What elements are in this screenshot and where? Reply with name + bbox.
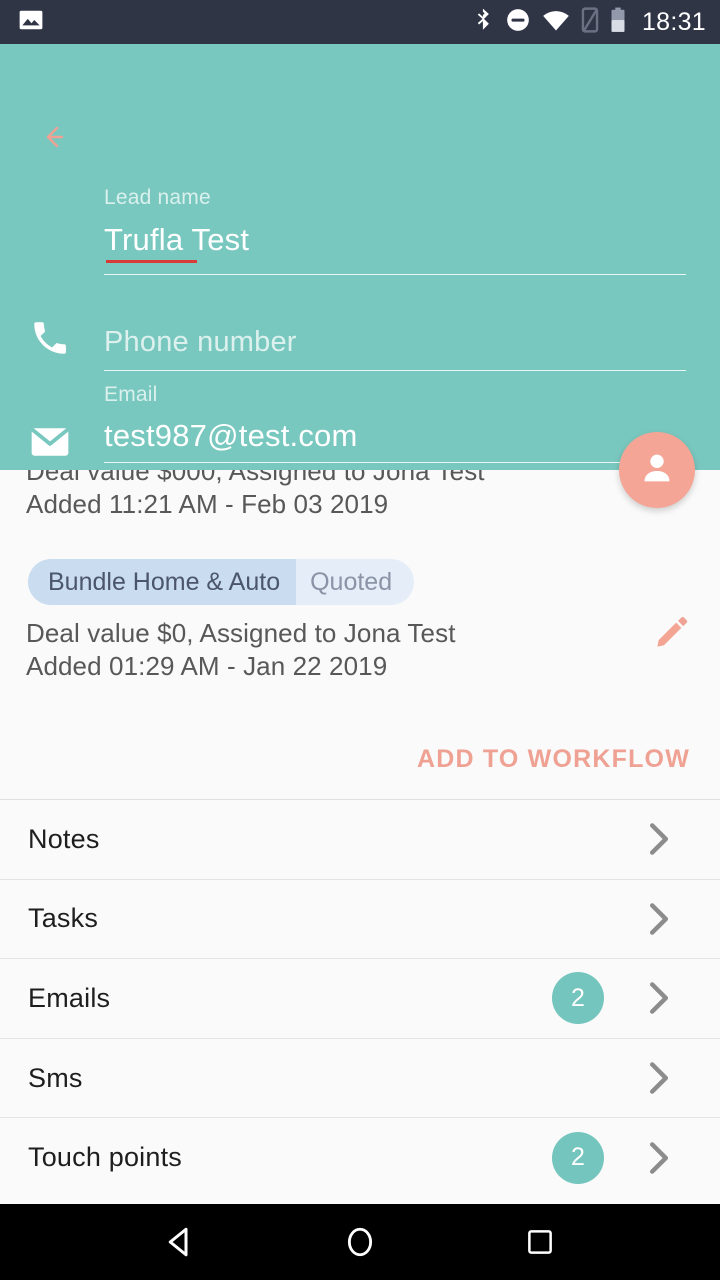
row-right-group: 2: [552, 972, 670, 1025]
email-value[interactable]: test987@test.com: [104, 419, 358, 453]
status-bar-left-icons: [18, 7, 44, 38]
envelope-icon: [26, 418, 74, 466]
add-to-workflow-button[interactable]: ADD TO WORKFLOW: [417, 745, 690, 774]
email-underline: [104, 462, 686, 463]
row-label: Sms: [28, 1062, 83, 1093]
sim-card-icon: [581, 6, 599, 38]
row-sms[interactable]: Sms: [0, 1037, 720, 1118]
deal-added-date: Added 01:29 AM - Jan 22 2019: [26, 651, 388, 681]
row-label: Notes: [28, 823, 100, 854]
row-touch-points[interactable]: Touch points 2: [0, 1117, 720, 1197]
status-bar: 18:31: [0, 0, 720, 44]
wifi-icon: [542, 8, 570, 37]
phone-number-underline: [104, 370, 686, 371]
do-not-disturb-icon: [505, 7, 531, 38]
row-right-group: 2: [552, 1131, 670, 1184]
row-badge: 2: [552, 972, 604, 1025]
chevron-right-icon[interactable]: [648, 902, 670, 936]
square-recents-icon[interactable]: [508, 1210, 572, 1274]
row-notes[interactable]: Notes: [0, 799, 720, 879]
back-arrow-icon[interactable]: [40, 118, 80, 156]
chevron-right-icon[interactable]: [648, 822, 670, 856]
deal-pill-status: Quoted: [296, 559, 415, 605]
deal-status-pill[interactable]: Bundle Home & Auto Quoted: [28, 559, 415, 605]
lead-header: Lead name Trufla Test Phone number Email…: [0, 44, 720, 470]
pencil-icon[interactable]: [648, 608, 696, 656]
row-badge: 2: [552, 1131, 604, 1184]
battery-icon: [610, 7, 626, 38]
row-label: Emails: [28, 982, 111, 1013]
status-bar-clock: 18:31: [641, 7, 706, 36]
triangle-back-icon[interactable]: [148, 1210, 212, 1274]
chevron-right-icon[interactable]: [648, 1061, 670, 1095]
deal-added-date: Added 11:21 AM - Feb 03 2019: [26, 489, 389, 519]
phone-icon: [26, 314, 74, 362]
lead-name-underline: [104, 274, 686, 275]
status-bar-right-icons: 18:31: [474, 6, 706, 38]
deal-summary: Deal value $0, Assigned to Jona Test: [26, 618, 456, 648]
row-label: Touch points: [28, 1142, 182, 1173]
row-label: Tasks: [28, 903, 99, 934]
deal-pill-name: Bundle Home & Auto: [28, 559, 297, 605]
image-icon: [18, 7, 44, 38]
phone-screen: 18:31 Lead name Trufla Test Phone number: [0, 0, 720, 1280]
phone-number-placeholder: Phone number: [104, 326, 297, 358]
circle-home-icon[interactable]: [328, 1210, 392, 1274]
bluetooth-icon: [474, 7, 494, 38]
row-right-group: [552, 813, 670, 865]
row-right-group: [552, 1052, 670, 1104]
lead-name-value[interactable]: Trufla Test: [104, 223, 249, 257]
android-navigation-bar: [0, 1204, 720, 1280]
add-contact-fab[interactable]: [619, 432, 695, 508]
spellcheck-underline: [106, 260, 197, 263]
row-tasks[interactable]: Tasks: [0, 878, 720, 959]
lead-name-label: Lead name: [104, 186, 211, 209]
chevron-right-icon[interactable]: [648, 981, 670, 1015]
row-right-group: [552, 893, 670, 945]
detail-rows: Notes Tasks Emails 2 Sms Touch points 2: [0, 799, 720, 1197]
person-icon: [637, 448, 677, 493]
chevron-right-icon[interactable]: [648, 1141, 670, 1175]
row-emails[interactable]: Emails 2: [0, 958, 720, 1038]
email-label: Email: [104, 383, 158, 406]
